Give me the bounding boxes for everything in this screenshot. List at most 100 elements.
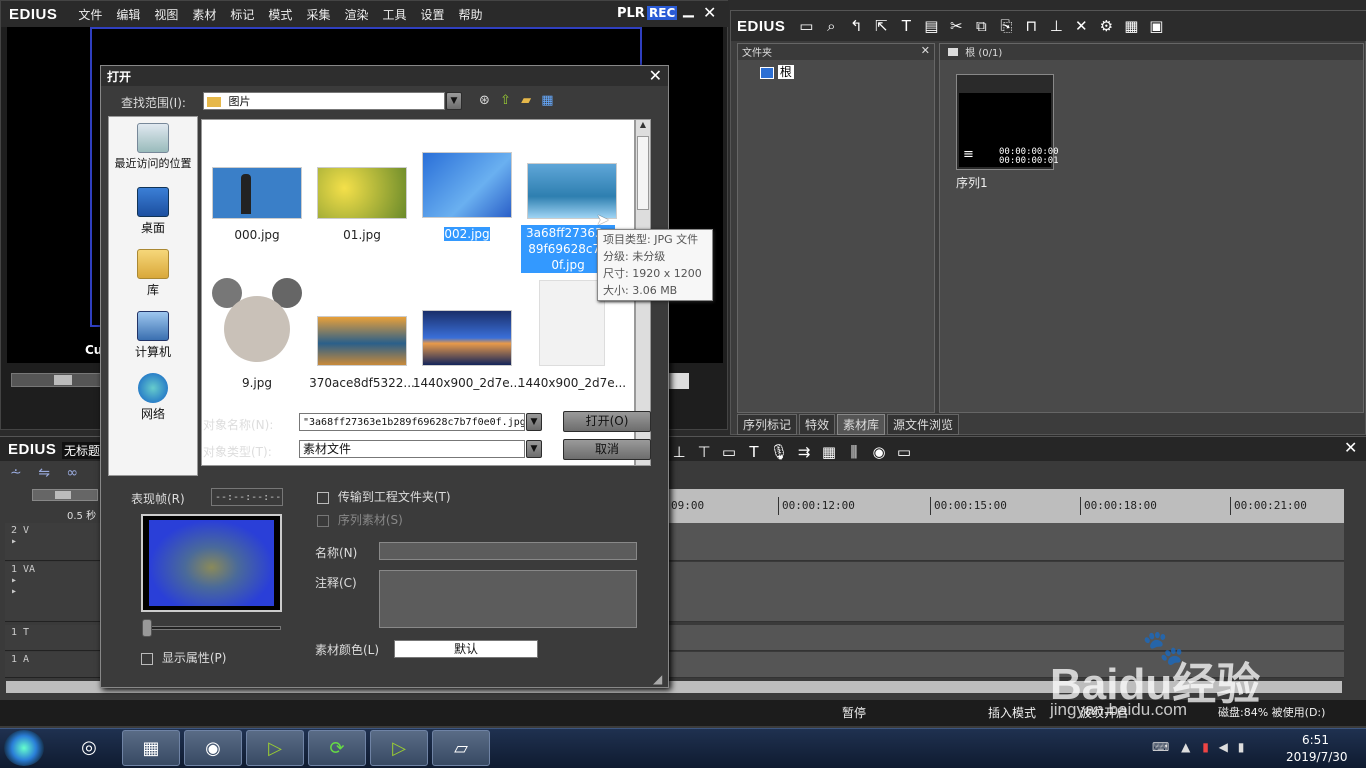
- new-folder-icon[interactable]: ▰: [521, 93, 531, 108]
- grid-icon[interactable]: ▦: [818, 441, 840, 463]
- tab-clip-library[interactable]: 素材库: [837, 414, 886, 435]
- sync-icon[interactable]: ⇋: [38, 465, 50, 481]
- frame-timecode[interactable]: --:--:--:--: [211, 488, 283, 506]
- minimize-icon[interactable]: ▁: [683, 2, 694, 18]
- sequence-clip[interactable]: 00:00:00:00 00:00:00:01 ≡: [956, 74, 1059, 170]
- mixer-icon[interactable]: ⫼: [843, 441, 865, 463]
- transfer-option[interactable]: 传输到工程文件夹(T): [317, 488, 451, 505]
- back-icon[interactable]: ⊛: [479, 93, 490, 108]
- root-folder[interactable]: 根: [760, 63, 794, 80]
- plr-label[interactable]: PLR: [617, 6, 645, 21]
- show-properties[interactable]: 显示属性(P): [141, 649, 226, 666]
- scrubber-handle[interactable]: [54, 375, 72, 385]
- menu-marker[interactable]: 标记: [223, 6, 261, 23]
- filetype-select[interactable]: 素材文件: [299, 440, 525, 458]
- taskbar-refresh-app[interactable]: ⟳: [308, 730, 366, 766]
- expand-icon[interactable]: ▸: [11, 586, 17, 597]
- tab-effects[interactable]: 特效: [799, 414, 836, 435]
- filetype-dropdown-icon[interactable]: ▼: [526, 440, 542, 458]
- menu-clip[interactable]: 素材: [185, 6, 223, 23]
- start-button[interactable]: [4, 730, 44, 766]
- menu-mode[interactable]: 模式: [261, 6, 299, 23]
- add-clip-icon[interactable]: ⇱: [870, 15, 892, 37]
- delete-icon[interactable]: ✕: [1070, 15, 1092, 37]
- folder-icon[interactable]: ▭: [795, 15, 817, 37]
- clock-time[interactable]: 6:51: [1302, 733, 1329, 747]
- title-icon[interactable]: T: [895, 15, 917, 37]
- lookin-combo[interactable]: 图片: [203, 92, 445, 110]
- dialog-close-icon[interactable]: ✕: [649, 66, 662, 85]
- properties-icon[interactable]: ⚙: [1095, 15, 1117, 37]
- file-item[interactable]: 370ace8df5322...: [307, 270, 417, 400]
- track-add-icon[interactable]: ⩪: [10, 465, 22, 481]
- taskbar-media-center[interactable]: ◎: [60, 730, 118, 766]
- cancel-button[interactable]: 取消: [563, 439, 651, 460]
- timeline-close-icon[interactable]: ✕: [1344, 438, 1357, 457]
- show-properties-checkbox[interactable]: [141, 652, 153, 665]
- view-menu-icon[interactable]: ▦: [541, 93, 553, 108]
- place-computer[interactable]: 计算机: [109, 311, 197, 360]
- scroll-thumb[interactable]: [637, 136, 649, 210]
- track-2v[interactable]: 2 V ▸: [5, 523, 100, 561]
- resize-grip-icon[interactable]: ◢: [653, 672, 662, 686]
- menu-capture[interactable]: 采集: [299, 6, 337, 23]
- taskbar-edius-2[interactable]: ▷: [370, 730, 428, 766]
- expand-icon[interactable]: ▸: [11, 575, 17, 586]
- track-row-1va[interactable]: [668, 562, 1344, 622]
- zoom-handle[interactable]: [55, 491, 71, 499]
- timeline-add-icon[interactable]: ⊓: [1020, 15, 1042, 37]
- timeline-title-icon[interactable]: T: [743, 441, 765, 463]
- menu-render[interactable]: 渲染: [337, 6, 375, 23]
- up-folder-icon[interactable]: ⇧: [500, 93, 511, 108]
- color-wheel-icon[interactable]: ◉: [868, 441, 890, 463]
- filename-dropdown-icon[interactable]: ▼: [526, 413, 542, 431]
- folder-panel-close-icon[interactable]: ✕: [921, 44, 930, 57]
- tab-source-browser[interactable]: 源文件浏览: [887, 414, 960, 435]
- name-input[interactable]: [379, 542, 637, 560]
- open-button[interactable]: 打开(O): [563, 411, 651, 432]
- frame-slider-handle[interactable]: [142, 619, 152, 637]
- place-libraries[interactable]: 库: [109, 249, 197, 298]
- scroll-up-icon[interactable]: ▲: [636, 120, 650, 134]
- file-item[interactable]: 1440x900_2d7e...: [412, 270, 522, 400]
- menu-settings[interactable]: 设置: [413, 6, 451, 23]
- signal-icon[interactable]: ▮: [1238, 740, 1245, 754]
- power-icon[interactable]: ▮: [1202, 740, 1209, 754]
- transfer-checkbox[interactable]: [317, 491, 329, 504]
- timeline-ruler[interactable]: 09:00 00:00:12:00 00:00:15:00 00:00:18:0…: [668, 489, 1344, 523]
- cut-icon[interactable]: ✂: [945, 15, 967, 37]
- place-network[interactable]: 网络: [109, 373, 197, 422]
- link-icon[interactable]: ∞: [66, 465, 78, 481]
- player-scrubber[interactable]: [11, 373, 101, 387]
- clock-date[interactable]: 2019/7/30: [1286, 750, 1348, 764]
- insert-icon[interactable]: ⊥: [1045, 15, 1067, 37]
- menu-edit[interactable]: 编辑: [109, 6, 147, 23]
- clip-color-button[interactable]: 默认: [394, 640, 538, 658]
- up-icon[interactable]: ↰: [845, 15, 867, 37]
- file-item[interactable]: 01.jpg: [307, 120, 417, 260]
- file-item[interactable]: 9.jpg: [202, 270, 312, 400]
- layout-icon[interactable]: ▭: [893, 441, 915, 463]
- file-item[interactable]: 000.jpg: [202, 120, 312, 260]
- menu-file[interactable]: 文件: [71, 6, 109, 23]
- menu-help[interactable]: 帮助: [452, 6, 490, 23]
- split-icon[interactable]: ⊥: [668, 441, 690, 463]
- track-1va[interactable]: 1 VA ▸ ▸: [5, 562, 100, 622]
- track-1a[interactable]: 1 A: [5, 652, 100, 678]
- taskbar-firefox[interactable]: ◉: [184, 730, 242, 766]
- filename-input[interactable]: "3a68ff27363e1b289f69628c7b7f0e0f.jpg": [299, 413, 525, 431]
- frame-slider[interactable]: [142, 619, 281, 637]
- file-item[interactable]: 002.jpg: [412, 120, 522, 260]
- color-bar-icon[interactable]: ▤: [920, 15, 942, 37]
- place-desktop[interactable]: 桌面: [109, 187, 197, 236]
- paste-icon[interactable]: ⎘: [995, 15, 1017, 37]
- copy-icon[interactable]: ⧉: [970, 15, 992, 37]
- mic-icon[interactable]: 🎙: [768, 441, 790, 463]
- player-volume[interactable]: [669, 373, 689, 389]
- place-recent[interactable]: 最近访问的位置: [109, 123, 197, 171]
- taskbar-notes[interactable]: ▱: [432, 730, 490, 766]
- comment-input[interactable]: [379, 570, 637, 628]
- taskbar-explorer[interactable]: ▦: [122, 730, 180, 766]
- menu-view[interactable]: 视图: [147, 6, 185, 23]
- zoom-slider[interactable]: [32, 489, 98, 501]
